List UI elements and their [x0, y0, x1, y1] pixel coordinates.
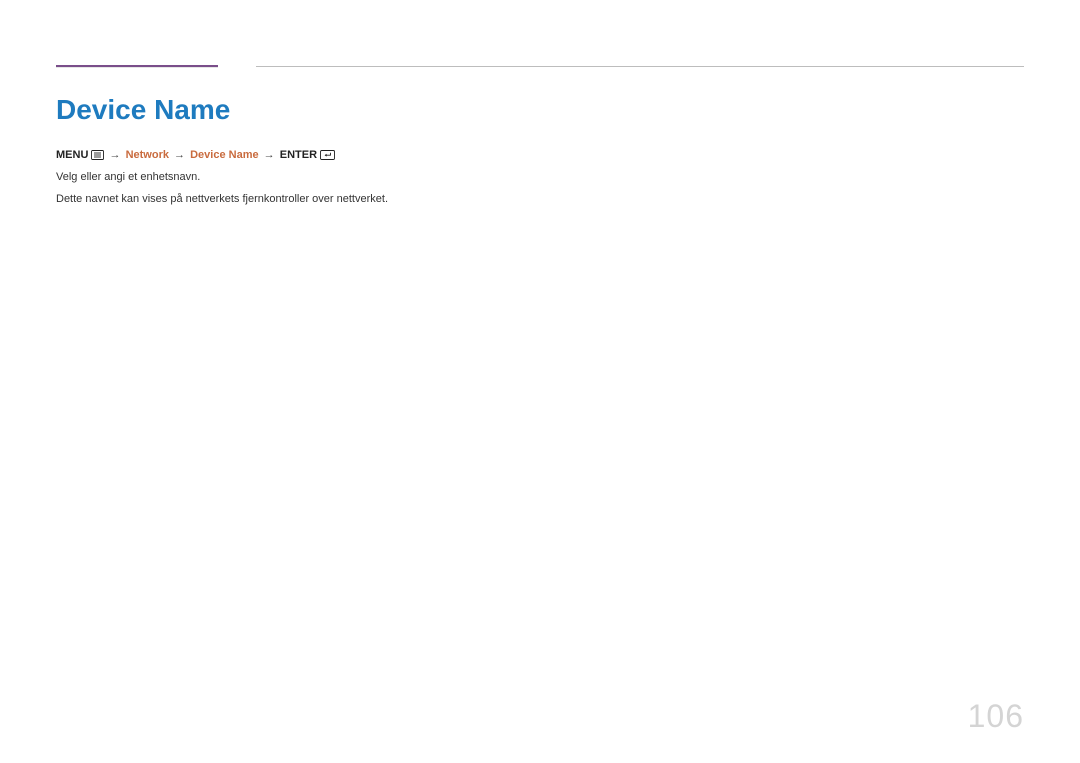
page-number: 106 — [968, 698, 1024, 735]
menu-icon — [91, 150, 104, 160]
nav-arrow-1: → — [108, 149, 123, 161]
document-page: Device Name MENU → Network → Device Name… — [0, 0, 1080, 763]
nav-enter-label: ENTER — [280, 149, 317, 161]
nav-network: Network — [126, 149, 169, 161]
nav-arrow-2: → — [172, 149, 187, 161]
nav-menu-label: MENU — [56, 149, 88, 161]
nav-arrow-3: → — [262, 149, 277, 161]
section-heading: Device Name — [56, 94, 1024, 126]
enter-icon — [320, 150, 335, 160]
nav-device-name: Device Name — [190, 149, 259, 161]
body-paragraph-2: Dette navnet kan vises på nettverkets fj… — [56, 191, 1024, 208]
header-rule-long — [256, 66, 1024, 67]
header-rule-bg — [56, 67, 218, 68]
menu-navigation-path: MENU → Network → Device Name → ENTER — [56, 148, 1024, 163]
content-area: Device Name MENU → Network → Device Name… — [56, 94, 1024, 212]
body-paragraph-1: Velg eller angi et enhetsnavn. — [56, 169, 1024, 186]
